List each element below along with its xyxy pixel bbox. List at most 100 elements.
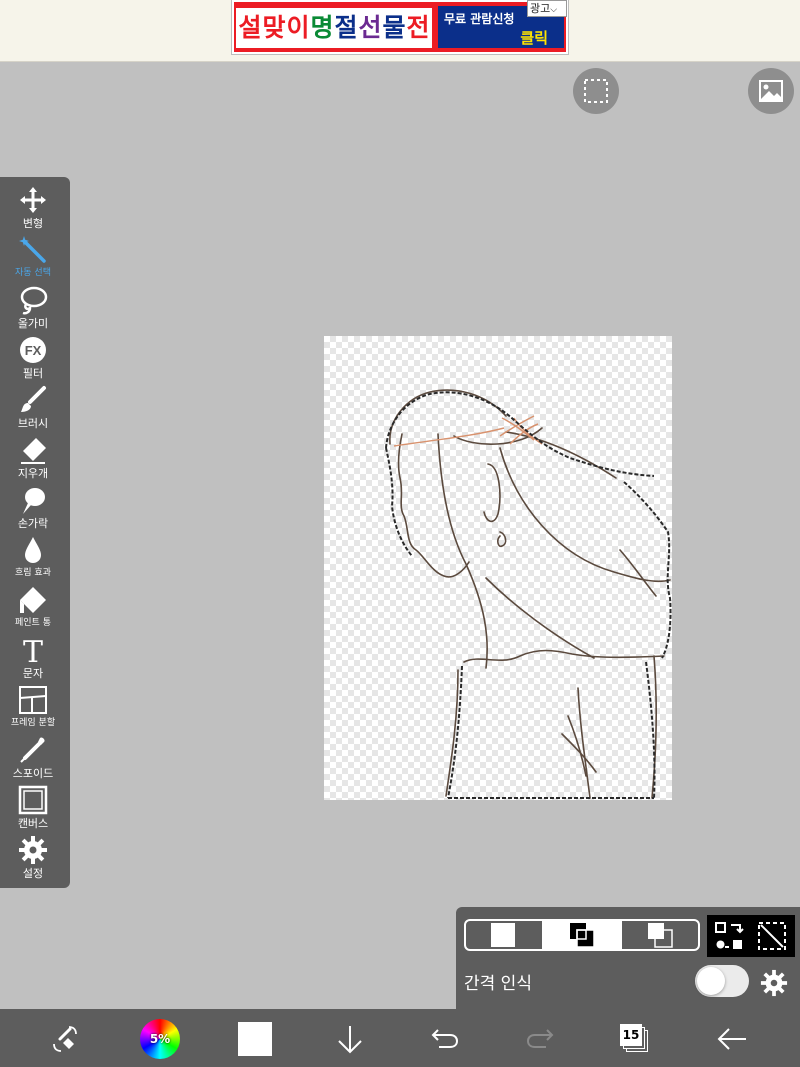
color-wheel-button[interactable]: 5%	[139, 1018, 181, 1060]
tool-label: 필터	[22, 367, 44, 380]
eraser-icon	[21, 438, 46, 464]
deselect-icon[interactable]	[757, 921, 787, 951]
tool-canvas[interactable]: 캔버스	[0, 785, 66, 835]
ad-char: 물	[382, 13, 406, 42]
move-arrows-icon	[20, 187, 46, 213]
tool-label: 변형	[22, 217, 44, 230]
tool-label: 캔버스	[17, 817, 49, 830]
tool-lasso[interactable]: 올가미	[0, 285, 66, 335]
tool-text[interactable]: T 문자	[0, 635, 66, 685]
tool-label: 흐림 효과	[15, 568, 51, 578]
redo-button[interactable]	[519, 1018, 561, 1060]
tool-blur[interactable]: 흐림 효과	[0, 535, 66, 585]
mode-subtract-selection[interactable]	[620, 921, 698, 949]
tool-label: 자동 선택	[15, 268, 51, 278]
ad-char: 전	[406, 13, 430, 42]
arrow-down-icon	[338, 1026, 362, 1054]
current-color-swatch[interactable]	[234, 1018, 276, 1060]
bottom-toolbar: 5% 15	[0, 1009, 800, 1067]
color-wheel-icon: 5%	[140, 1019, 180, 1059]
canvas-icon	[18, 785, 48, 815]
layer-count: 15	[622, 1028, 640, 1042]
frame-divider-icon	[19, 686, 47, 714]
fx-icon: FX	[20, 337, 46, 363]
swap-brush-eraser-button[interactable]	[44, 1018, 86, 1060]
brush-eraser-swap-icon	[53, 1026, 77, 1052]
paint-bucket-icon	[20, 587, 46, 613]
tool-eyedropper[interactable]: 스포이드	[0, 735, 66, 785]
gap-detection-toggle[interactable]	[695, 965, 749, 997]
tool-settings[interactable]: 설정	[0, 835, 66, 885]
tool-label: 지우개	[17, 467, 49, 480]
gear-icon[interactable]	[760, 969, 788, 997]
ad-main-text: 설 맞 이 명 절 선 물 전	[236, 8, 432, 48]
ad-cta-text: 무료 관람신청	[444, 12, 515, 26]
layers-icon: 15	[620, 1024, 650, 1054]
brush-icon	[21, 386, 46, 412]
ad-char: 절	[334, 13, 358, 42]
chevron-down-icon: ⌵	[550, 5, 558, 15]
add-squares-icon	[570, 923, 595, 948]
invert-selection-icon[interactable]	[714, 921, 744, 951]
tool-label: 올가미	[17, 317, 49, 330]
ad-char: 이	[286, 13, 310, 42]
tool-label: 페인트 통	[15, 618, 51, 628]
line-art-drawing	[385, 389, 672, 799]
undo-icon	[431, 1029, 459, 1048]
square-icon	[491, 923, 515, 947]
undo-button[interactable]	[424, 1018, 466, 1060]
import-image-button[interactable]	[748, 68, 794, 114]
drawing-canvas[interactable]	[324, 336, 672, 800]
tool-label: 브러시	[17, 417, 49, 430]
svg-text:T: T	[23, 635, 43, 665]
mode-new-selection[interactable]	[466, 921, 542, 949]
tool-label: 문자	[22, 667, 44, 680]
ad-cta-click: 클릭	[520, 29, 548, 47]
redo-icon	[526, 1029, 554, 1048]
selection-options-panel: 간격 인식	[456, 907, 800, 1009]
back-button[interactable]	[711, 1018, 753, 1060]
tool-frame-divider[interactable]: 프레임 분할	[0, 685, 66, 735]
ad-char: 설	[238, 13, 262, 42]
tool-paint-bucket[interactable]: 페인트 통	[0, 585, 66, 635]
selection-mode-segmented	[464, 919, 700, 951]
selection-actions	[707, 915, 795, 957]
tool-finger[interactable]: 손가락	[0, 485, 66, 535]
tool-label: 손가락	[17, 517, 49, 530]
tool-filter[interactable]: FX 필터	[0, 335, 66, 385]
dashed-square-icon	[584, 79, 608, 103]
smudge-icon	[23, 488, 45, 514]
tool-label: 프레임 분할	[10, 718, 56, 728]
ad-char: 명	[310, 13, 334, 42]
tool-label: 스포이드	[12, 767, 54, 780]
gear-icon	[19, 836, 47, 864]
subtract-squares-icon	[648, 923, 673, 948]
svg-text:FX: FX	[25, 343, 42, 358]
tool-magic-wand[interactable]: 자동 선택	[0, 235, 66, 285]
download-button[interactable]	[329, 1018, 371, 1060]
image-icon	[759, 80, 783, 102]
droplet-icon	[25, 537, 41, 563]
tool-label: 설정	[22, 867, 44, 880]
ad-label: 광고	[530, 2, 551, 15]
brush-opacity-label: 5%	[149, 1032, 171, 1046]
mode-add-selection[interactable]	[542, 921, 620, 949]
layers-button[interactable]: 15	[614, 1018, 656, 1060]
toggle-knob	[697, 967, 725, 995]
ad-char: 맞	[262, 13, 286, 42]
magic-wand-icon	[19, 236, 46, 263]
selection-button[interactable]	[573, 68, 619, 114]
ad-label-tag[interactable]: 광고⌵	[527, 0, 567, 17]
tool-sidebar: 변형 자동 선택 올가미 FX 필터 브러시 지우개 손가락 흐림 효과 페인트…	[0, 177, 70, 888]
ad-banner[interactable]: 설 맞 이 명 절 선 물 전 무료 관람신청 클릭	[232, 0, 568, 54]
tool-transform[interactable]: 변형	[0, 185, 66, 235]
arrow-left-icon	[717, 1028, 746, 1050]
tool-brush[interactable]: 브러시	[0, 385, 66, 435]
eyedropper-icon	[20, 737, 45, 763]
color-swatch	[238, 1022, 272, 1056]
lasso-icon	[20, 286, 48, 315]
tool-eraser[interactable]: 지우개	[0, 435, 66, 485]
ad-bar: 설 맞 이 명 절 선 물 전 무료 관람신청 클릭 광고⌵	[0, 0, 800, 62]
text-icon: T	[23, 635, 43, 665]
gap-detection-label: 간격 인식	[464, 974, 532, 994]
